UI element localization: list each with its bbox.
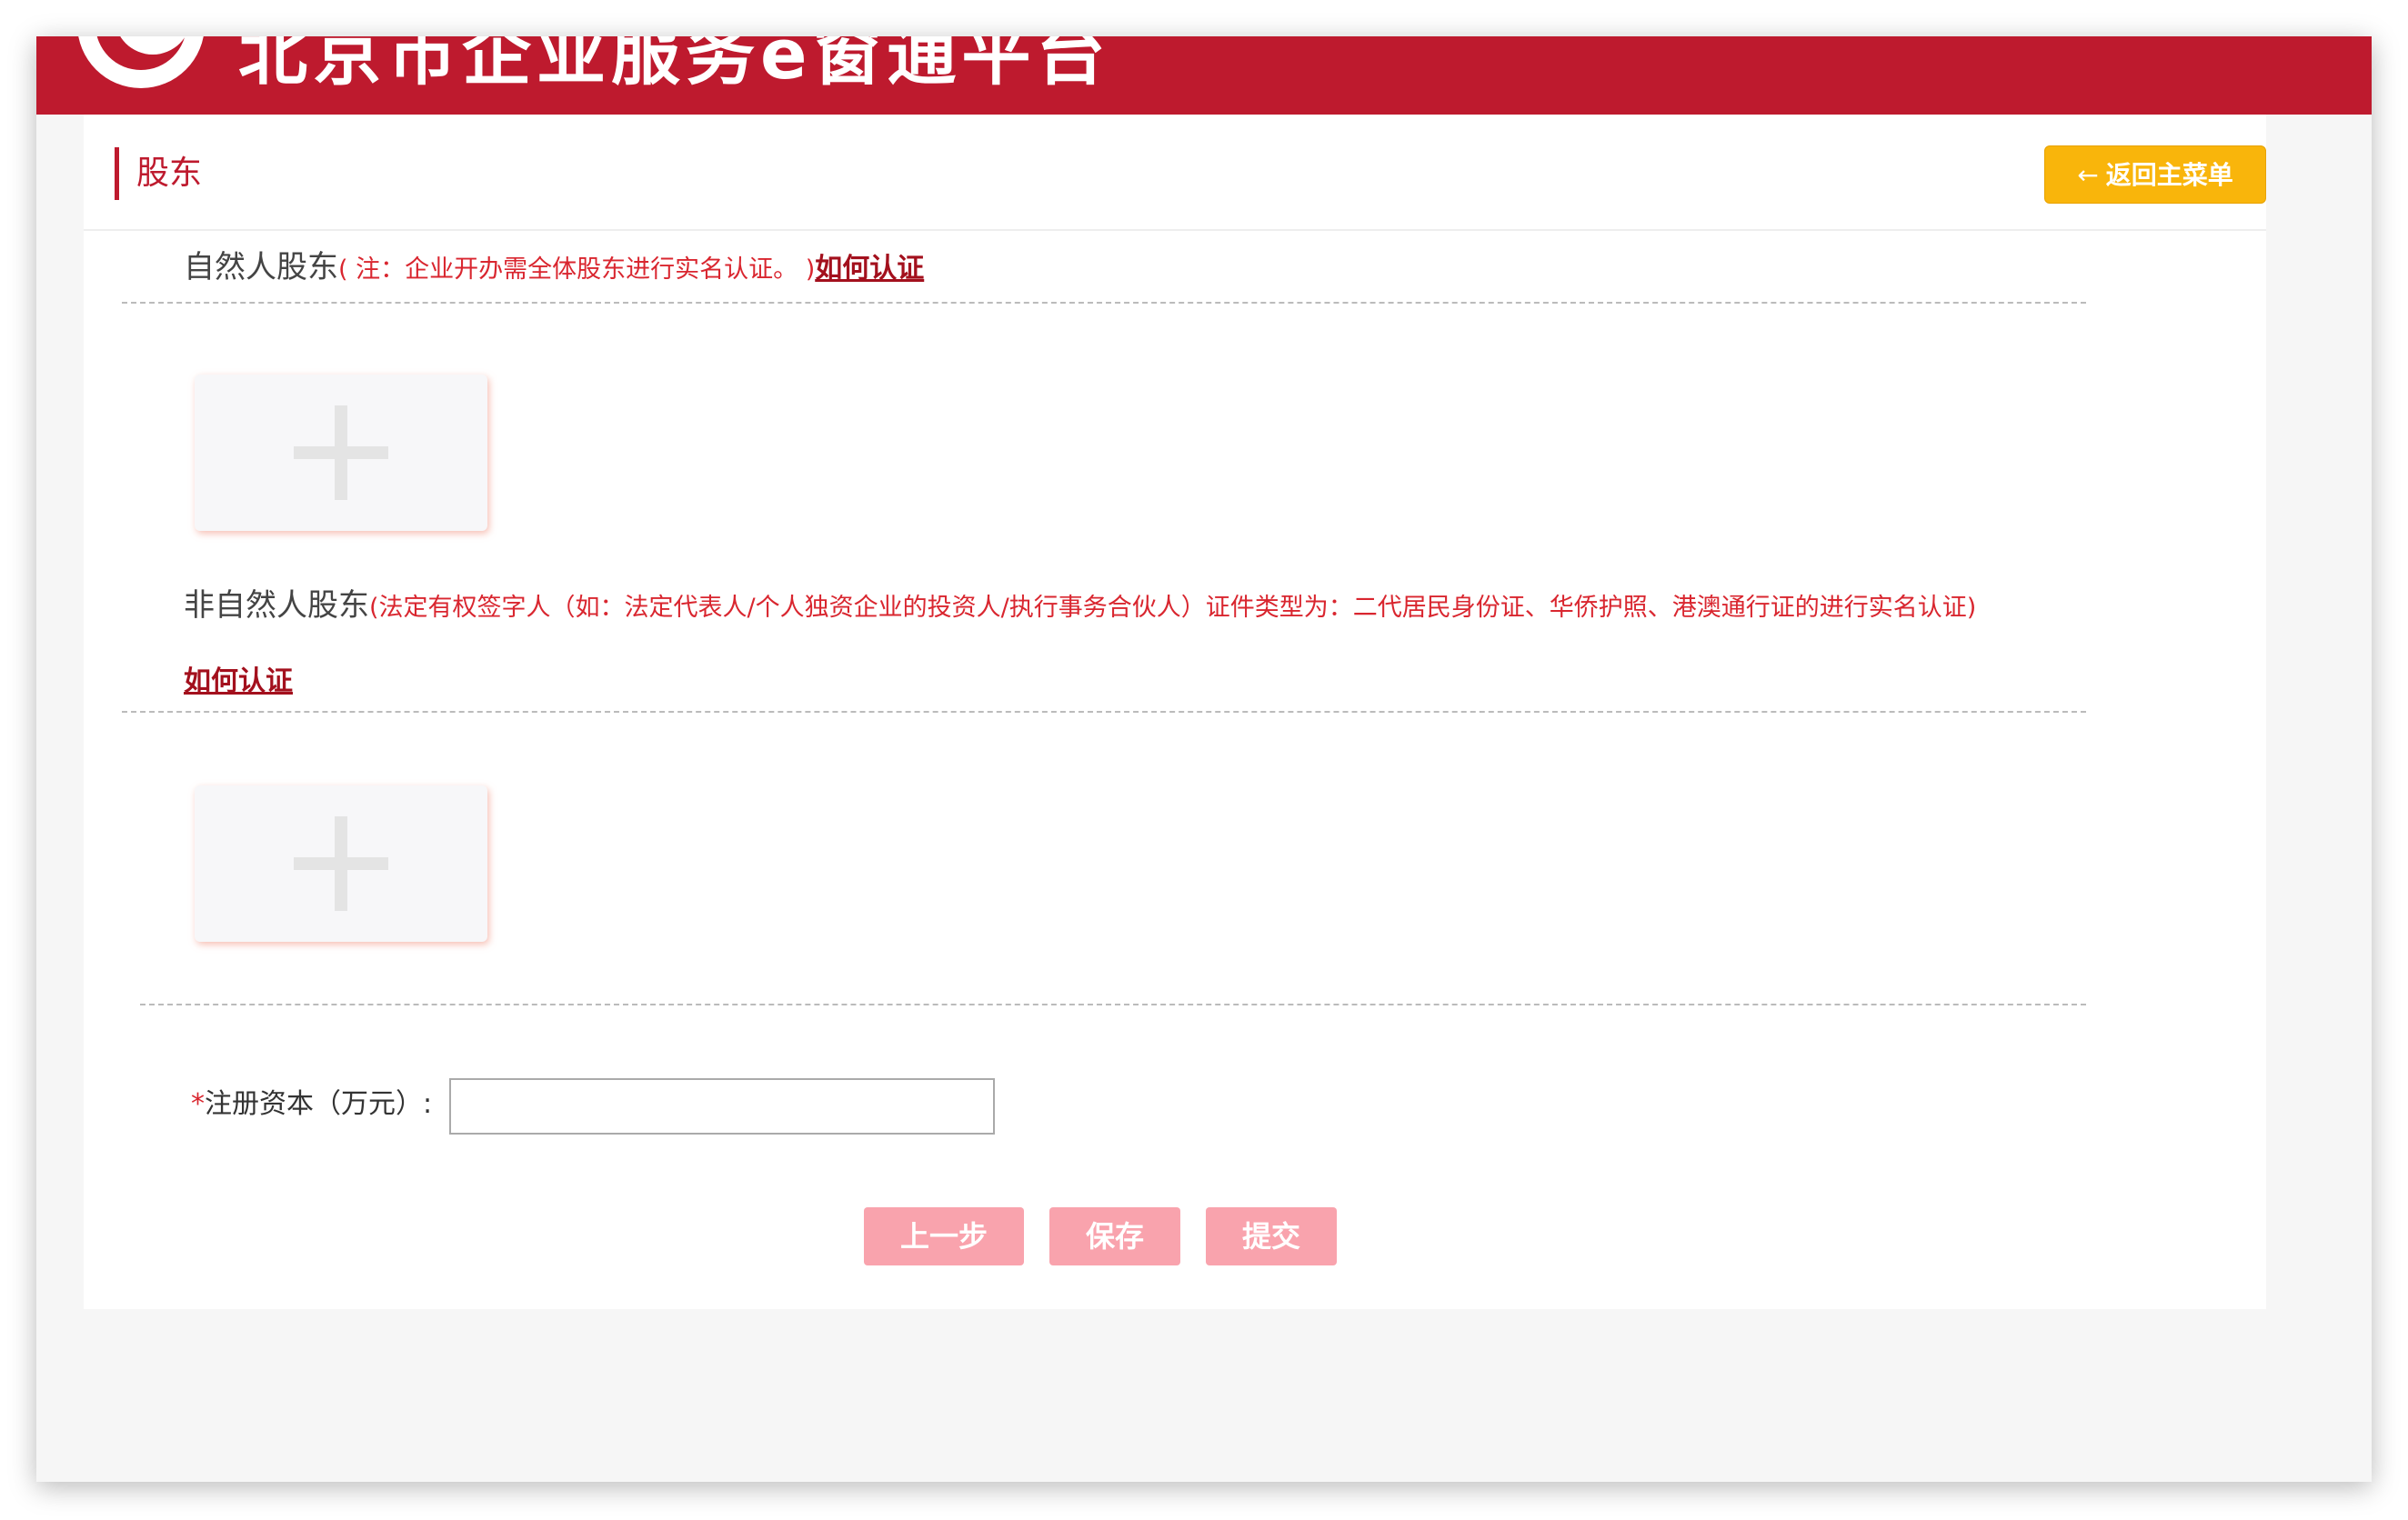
shareholder-panel: 股东 ← 返回主菜单 自然人股东( 注：企业开办需全体股东进行实名认证。 )如何认… <box>84 115 2266 1309</box>
required-mark: * <box>191 1088 205 1120</box>
save-button[interactable]: 保存 <box>1049 1207 1180 1265</box>
non-natural-howto-row: 如何认证 <box>184 658 293 704</box>
page-title: 股东 <box>136 155 203 192</box>
divider <box>122 711 2086 713</box>
non-natural-howto-link[interactable]: 如何认证 <box>184 665 293 697</box>
registered-capital-label: *注册资本（万元）: <box>191 1084 432 1125</box>
natural-shareholder-title: 自然人股东 <box>184 249 338 285</box>
plus-icon <box>294 405 388 500</box>
non-natural-shareholder-heading: 非自然人股东(法定有权签字人（如：法定代表人/个人独资企业的投资人/执行事务合伙… <box>184 584 1976 630</box>
section-accent-bar <box>115 147 119 200</box>
add-non-natural-shareholder-button[interactable] <box>195 785 487 942</box>
back-button-label: 返回主菜单 <box>2105 160 2233 190</box>
arrow-left-icon: ← <box>2077 160 2099 190</box>
back-to-main-menu-button[interactable]: ← 返回主菜单 <box>2044 145 2266 204</box>
divider <box>122 302 2086 304</box>
site-header: 北京市企业服务e窗通平台 <box>36 36 2372 115</box>
add-natural-shareholder-button[interactable] <box>195 375 487 531</box>
site-logo <box>78 36 204 88</box>
submit-button[interactable]: 提交 <box>1206 1207 1337 1265</box>
section-header: 股东 ← 返回主菜单 <box>84 115 2266 231</box>
registered-capital-input[interactable] <box>449 1078 995 1135</box>
non-natural-shareholder-title: 非自然人股东 <box>184 587 369 624</box>
divider <box>140 1004 2086 1005</box>
browser-window: 北京市企业服务e窗通平台 股东 ← 返回主菜单 自然人股东( 注：企业开办需全体股… <box>36 36 2372 1482</box>
registered-capital-label-text: 注册资本（万元）: <box>205 1088 433 1120</box>
site-title: 北京市企业服务e窗通平台 <box>238 36 1111 95</box>
non-natural-shareholder-note: (法定有权签字人（如：法定代表人/个人独资企业的投资人/执行事务合伙人）证件类型… <box>369 594 1977 622</box>
plus-icon <box>294 816 388 911</box>
previous-step-button[interactable]: 上一步 <box>864 1207 1024 1265</box>
natural-howto-link[interactable]: 如何认证 <box>815 253 924 285</box>
natural-shareholder-heading: 自然人股东( 注：企业开办需全体股东进行实名认证。 )如何认证 <box>184 245 924 292</box>
natural-shareholder-note: ( 注：企业开办需全体股东进行实名认证。 ) <box>338 255 816 284</box>
